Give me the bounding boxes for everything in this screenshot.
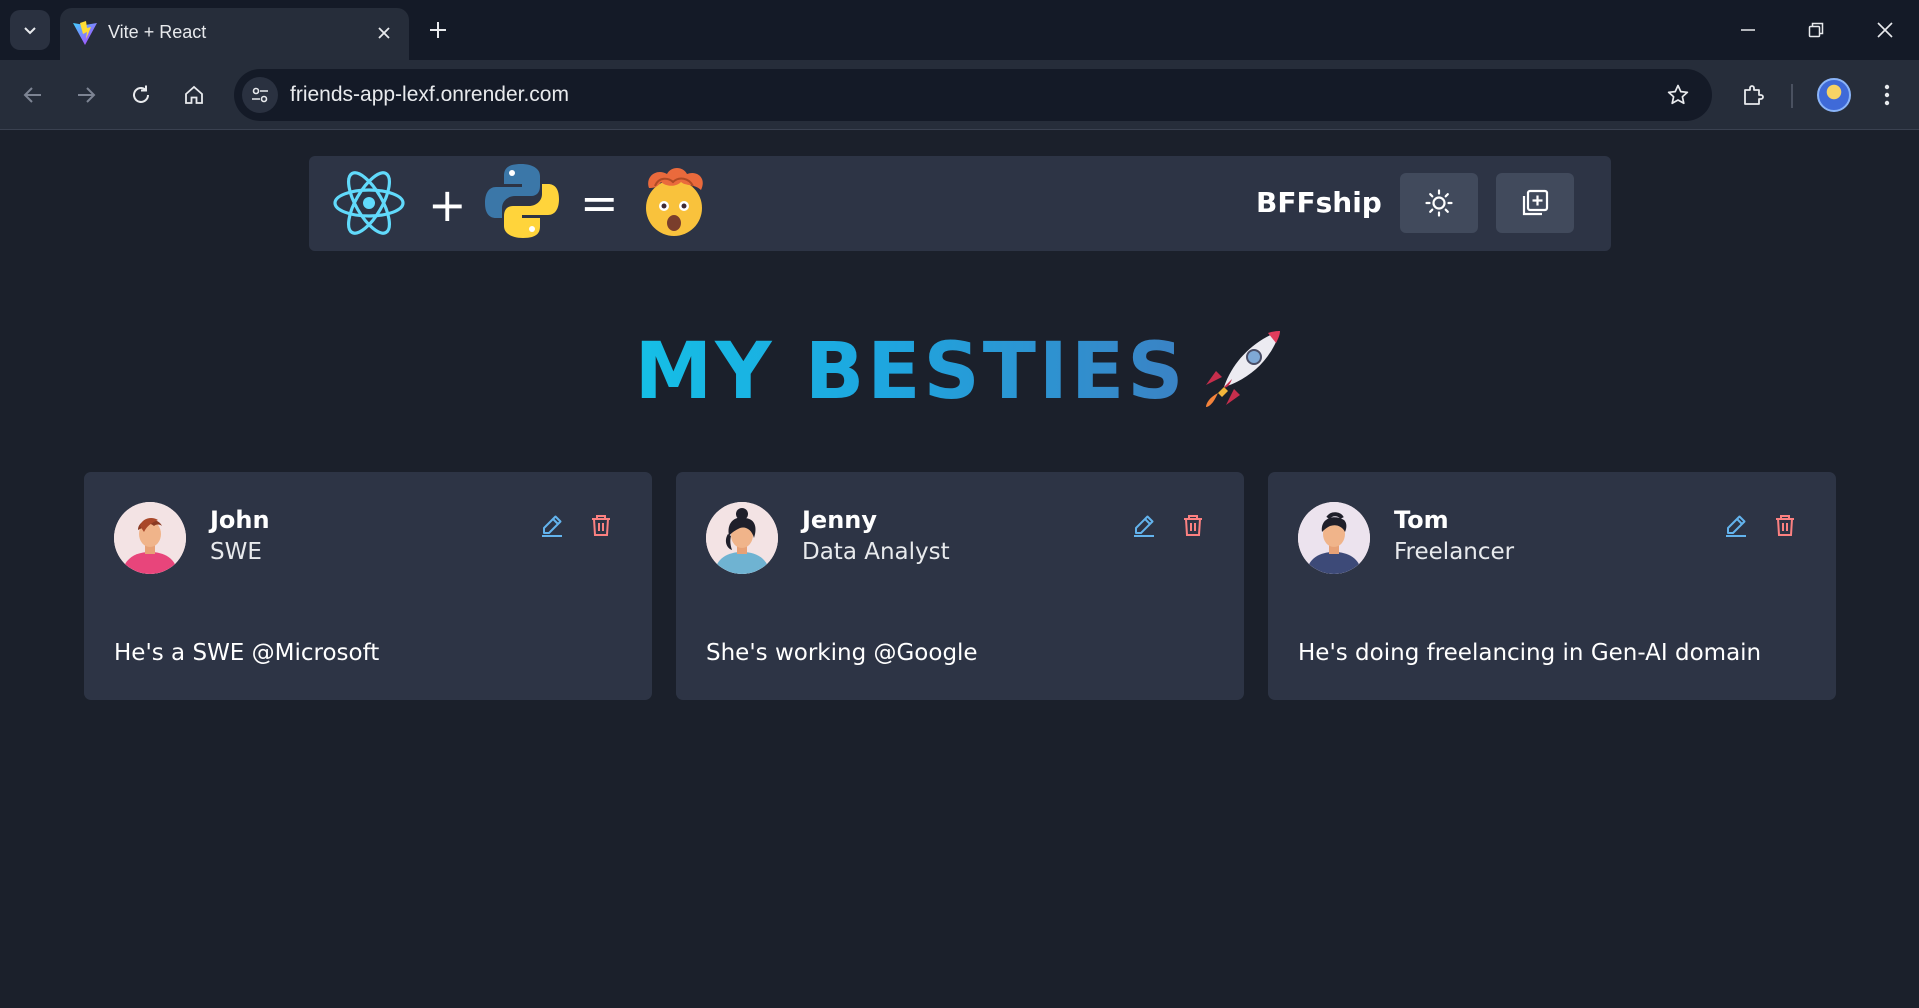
trash-icon	[592, 515, 610, 536]
friend-role: Freelancer	[1394, 539, 1515, 565]
friend-description: She's working @Google	[706, 640, 978, 666]
delete-button[interactable]	[1178, 510, 1208, 540]
react-logo-icon	[333, 171, 405, 235]
new-tab-button[interactable]	[420, 12, 456, 48]
female-avatar-icon	[706, 502, 778, 574]
restore-button[interactable]	[1782, 0, 1850, 60]
sun-icon	[1425, 189, 1453, 217]
star-icon	[1667, 84, 1689, 105]
friend-card: Tom Freelancer He's doing freelancing in…	[1268, 472, 1836, 700]
page-title: MY BESTIES	[634, 327, 1187, 417]
reload-icon	[133, 85, 149, 103]
friend-card: Jenny Data Analyst She's working @Google	[676, 472, 1244, 700]
arrow-left-icon	[23, 87, 41, 103]
minimize-button[interactable]	[1714, 0, 1782, 60]
kebab-menu-icon	[1884, 84, 1890, 106]
minimize-icon	[1741, 29, 1755, 31]
home-button[interactable]	[174, 75, 214, 115]
vite-icon	[73, 21, 97, 45]
window-close-button[interactable]	[1851, 0, 1919, 60]
pencil-icon	[542, 515, 562, 537]
pencil-icon	[1134, 515, 1154, 537]
forward-button[interactable]	[66, 75, 106, 115]
brand-title: BFFship	[1256, 186, 1382, 219]
edit-button[interactable]	[537, 510, 567, 540]
page-content: + = BFFship MY BESTIES John SWE He's a S…	[0, 131, 1919, 1008]
edit-button[interactable]	[1721, 510, 1751, 540]
address-bar[interactable]: friends-app-lexf.onrender.com	[234, 69, 1712, 121]
rocket-icon	[1206, 331, 1281, 407]
arrow-right-icon	[78, 87, 96, 103]
bookmark-button[interactable]	[1664, 81, 1692, 109]
close-icon	[378, 27, 390, 39]
restore-icon	[1808, 22, 1824, 38]
toolbar-divider	[1791, 84, 1793, 108]
app-navbar: + = BFFship	[309, 156, 1611, 251]
friend-description: He's doing freelancing in Gen-AI domain	[1298, 640, 1762, 666]
puzzle-icon	[1744, 85, 1764, 105]
delete-button[interactable]	[1770, 510, 1800, 540]
friend-name: John	[210, 506, 270, 534]
friend-name: Jenny	[802, 506, 878, 534]
browser-menu-button[interactable]	[1867, 75, 1907, 115]
friend-role: Data Analyst	[802, 539, 950, 565]
delete-button[interactable]	[586, 510, 616, 540]
tab-search-button[interactable]	[10, 10, 50, 50]
friend-description: He's a SWE @Microsoft	[114, 640, 380, 666]
profile-avatar[interactable]	[1817, 78, 1851, 112]
plus-icon	[430, 22, 446, 38]
tab-title: Vite + React	[108, 22, 207, 42]
reload-button[interactable]	[121, 75, 161, 115]
male-avatar-icon	[114, 502, 186, 574]
back-button[interactable]	[13, 75, 53, 115]
browser-tab-active[interactable]: Vite + React	[60, 8, 409, 60]
python-logo-icon	[485, 164, 559, 238]
add-square-icon	[1522, 189, 1549, 216]
mind-blown-emoji-icon	[646, 168, 703, 236]
tab-close-button[interactable]	[371, 20, 397, 46]
male-avatar-icon	[1298, 502, 1370, 574]
chevron-down-icon	[24, 27, 36, 35]
browser-toolbar: friends-app-lexf.onrender.com	[0, 60, 1919, 130]
edit-button[interactable]	[1129, 510, 1159, 540]
avatar	[114, 502, 186, 574]
extensions-button[interactable]	[1733, 75, 1773, 115]
avatar	[1298, 502, 1370, 574]
friends-grid: John SWE He's a SWE @Microsoft Jenny Dat…	[84, 472, 1836, 700]
friend-card: John SWE He's a SWE @Microsoft	[84, 472, 652, 700]
page-heading: MY BESTIES	[0, 327, 1919, 417]
pencil-icon	[1726, 515, 1746, 537]
logo-plus-sign: +	[428, 178, 467, 232]
logo-equals-sign: =	[580, 176, 619, 230]
home-icon	[185, 85, 203, 104]
url-text: friends-app-lexf.onrender.com	[290, 83, 569, 106]
browser-tab-strip: Vite + React	[0, 0, 1919, 60]
friend-name: Tom	[1394, 506, 1449, 534]
theme-toggle-button[interactable]	[1400, 173, 1478, 233]
trash-icon	[1776, 515, 1794, 536]
trash-icon	[1184, 515, 1202, 536]
add-friend-button[interactable]	[1496, 173, 1574, 233]
site-info-button[interactable]	[242, 77, 278, 113]
close-icon	[1877, 22, 1893, 38]
friend-role: SWE	[210, 539, 262, 565]
tune-icon	[252, 87, 268, 103]
avatar	[706, 502, 778, 574]
